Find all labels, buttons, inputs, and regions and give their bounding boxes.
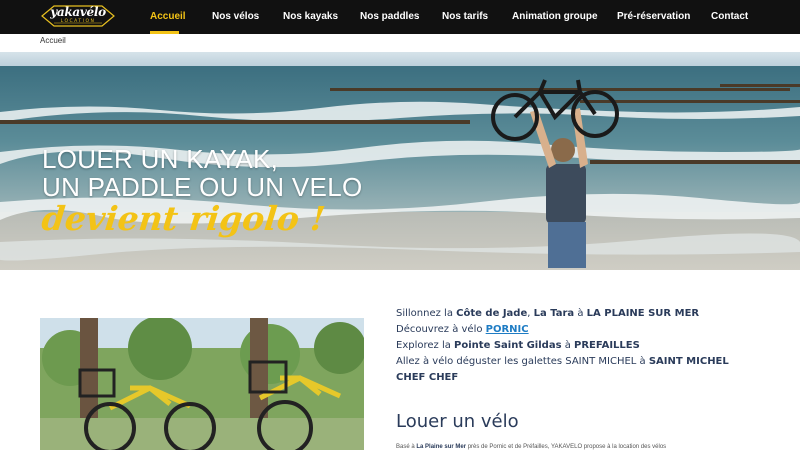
- active-nav-indicator: [150, 31, 179, 34]
- nav-item-pre-reservation[interactable]: Pré-réservation: [617, 11, 690, 22]
- nav-item-nos-velos[interactable]: Nos vélos: [212, 11, 259, 22]
- hero-banner: LOUER UN KAYAK, UN PADDLE OU UN VELO dev…: [0, 52, 800, 270]
- nav-item-nos-paddles[interactable]: Nos paddles: [360, 11, 419, 22]
- nav-item-accueil[interactable]: Accueil: [150, 11, 186, 22]
- section-title-louer-un-velo: Louer un vélo: [396, 411, 519, 432]
- hero-accent-text: devient rigolo !: [39, 199, 328, 238]
- bicycles-photo: [40, 318, 364, 450]
- place-cote-de-jade: Côte de Jade: [456, 308, 528, 319]
- pornic-link[interactable]: PORNIC: [486, 324, 529, 335]
- place-la-tara: La Tara: [533, 308, 575, 319]
- intro-line-3: Explorez la Pointe Saint Gildas à PREFAI…: [396, 338, 746, 354]
- yakavelo-logo-icon[interactable]: yakavélo LOCATION: [40, 4, 116, 28]
- nav-item-nos-tarifs[interactable]: Nos tarifs: [442, 11, 488, 22]
- body-text-part: près de Pornic et de Préfailles, YAKAVEL…: [466, 444, 667, 450]
- place-la-plaine-sur-mer: LA PLAINE SUR MER: [586, 308, 700, 319]
- intro-text-part: à: [574, 308, 587, 319]
- intro-line-2: Découvrez à vélo PORNIC: [396, 322, 746, 338]
- intro-text-part: Allez à vélo déguster les galettes SAINT…: [396, 356, 649, 367]
- nav-item-animation-groupe[interactable]: Animation groupe: [512, 11, 598, 22]
- breadcrumb[interactable]: Accueil: [40, 36, 66, 45]
- nav-item-nos-kayaks[interactable]: Nos kayaks: [283, 11, 338, 22]
- logo-text: yakavélo: [50, 5, 106, 19]
- place-la-plaine-sur-mer: La Plaine sur Mer: [416, 444, 467, 450]
- intro-text-part: Explorez la: [396, 340, 455, 351]
- intro-text: Sillonnez la Côte de Jade, La Tara à LA …: [396, 306, 746, 386]
- hero-title-line-1: LOUER UN KAYAK,: [42, 144, 279, 174]
- nav-item-contact[interactable]: Contact: [711, 11, 748, 22]
- intro-line-1: Sillonnez la Côte de Jade, La Tara à LA …: [396, 306, 746, 322]
- intro-line-4: Allez à vélo déguster les galettes SAINT…: [396, 354, 746, 386]
- intro-text-part: à: [561, 340, 575, 351]
- place-prefailles: PREFAILLES: [574, 340, 640, 351]
- body-text-part: Basé à: [396, 444, 417, 450]
- top-navigation-bar: yakavélo LOCATION Accueil Nos vélos Nos …: [0, 0, 800, 34]
- logo-subtitle: LOCATION: [60, 19, 96, 24]
- section-body-text: Basé à La Plaine sur Mer près de Pornic …: [396, 444, 776, 450]
- place-pointe-saint-gildas: Pointe Saint Gildas: [454, 340, 562, 351]
- intro-text-part: Sillonnez la: [396, 308, 457, 319]
- intro-text-part: Découvrez à vélo: [396, 324, 486, 335]
